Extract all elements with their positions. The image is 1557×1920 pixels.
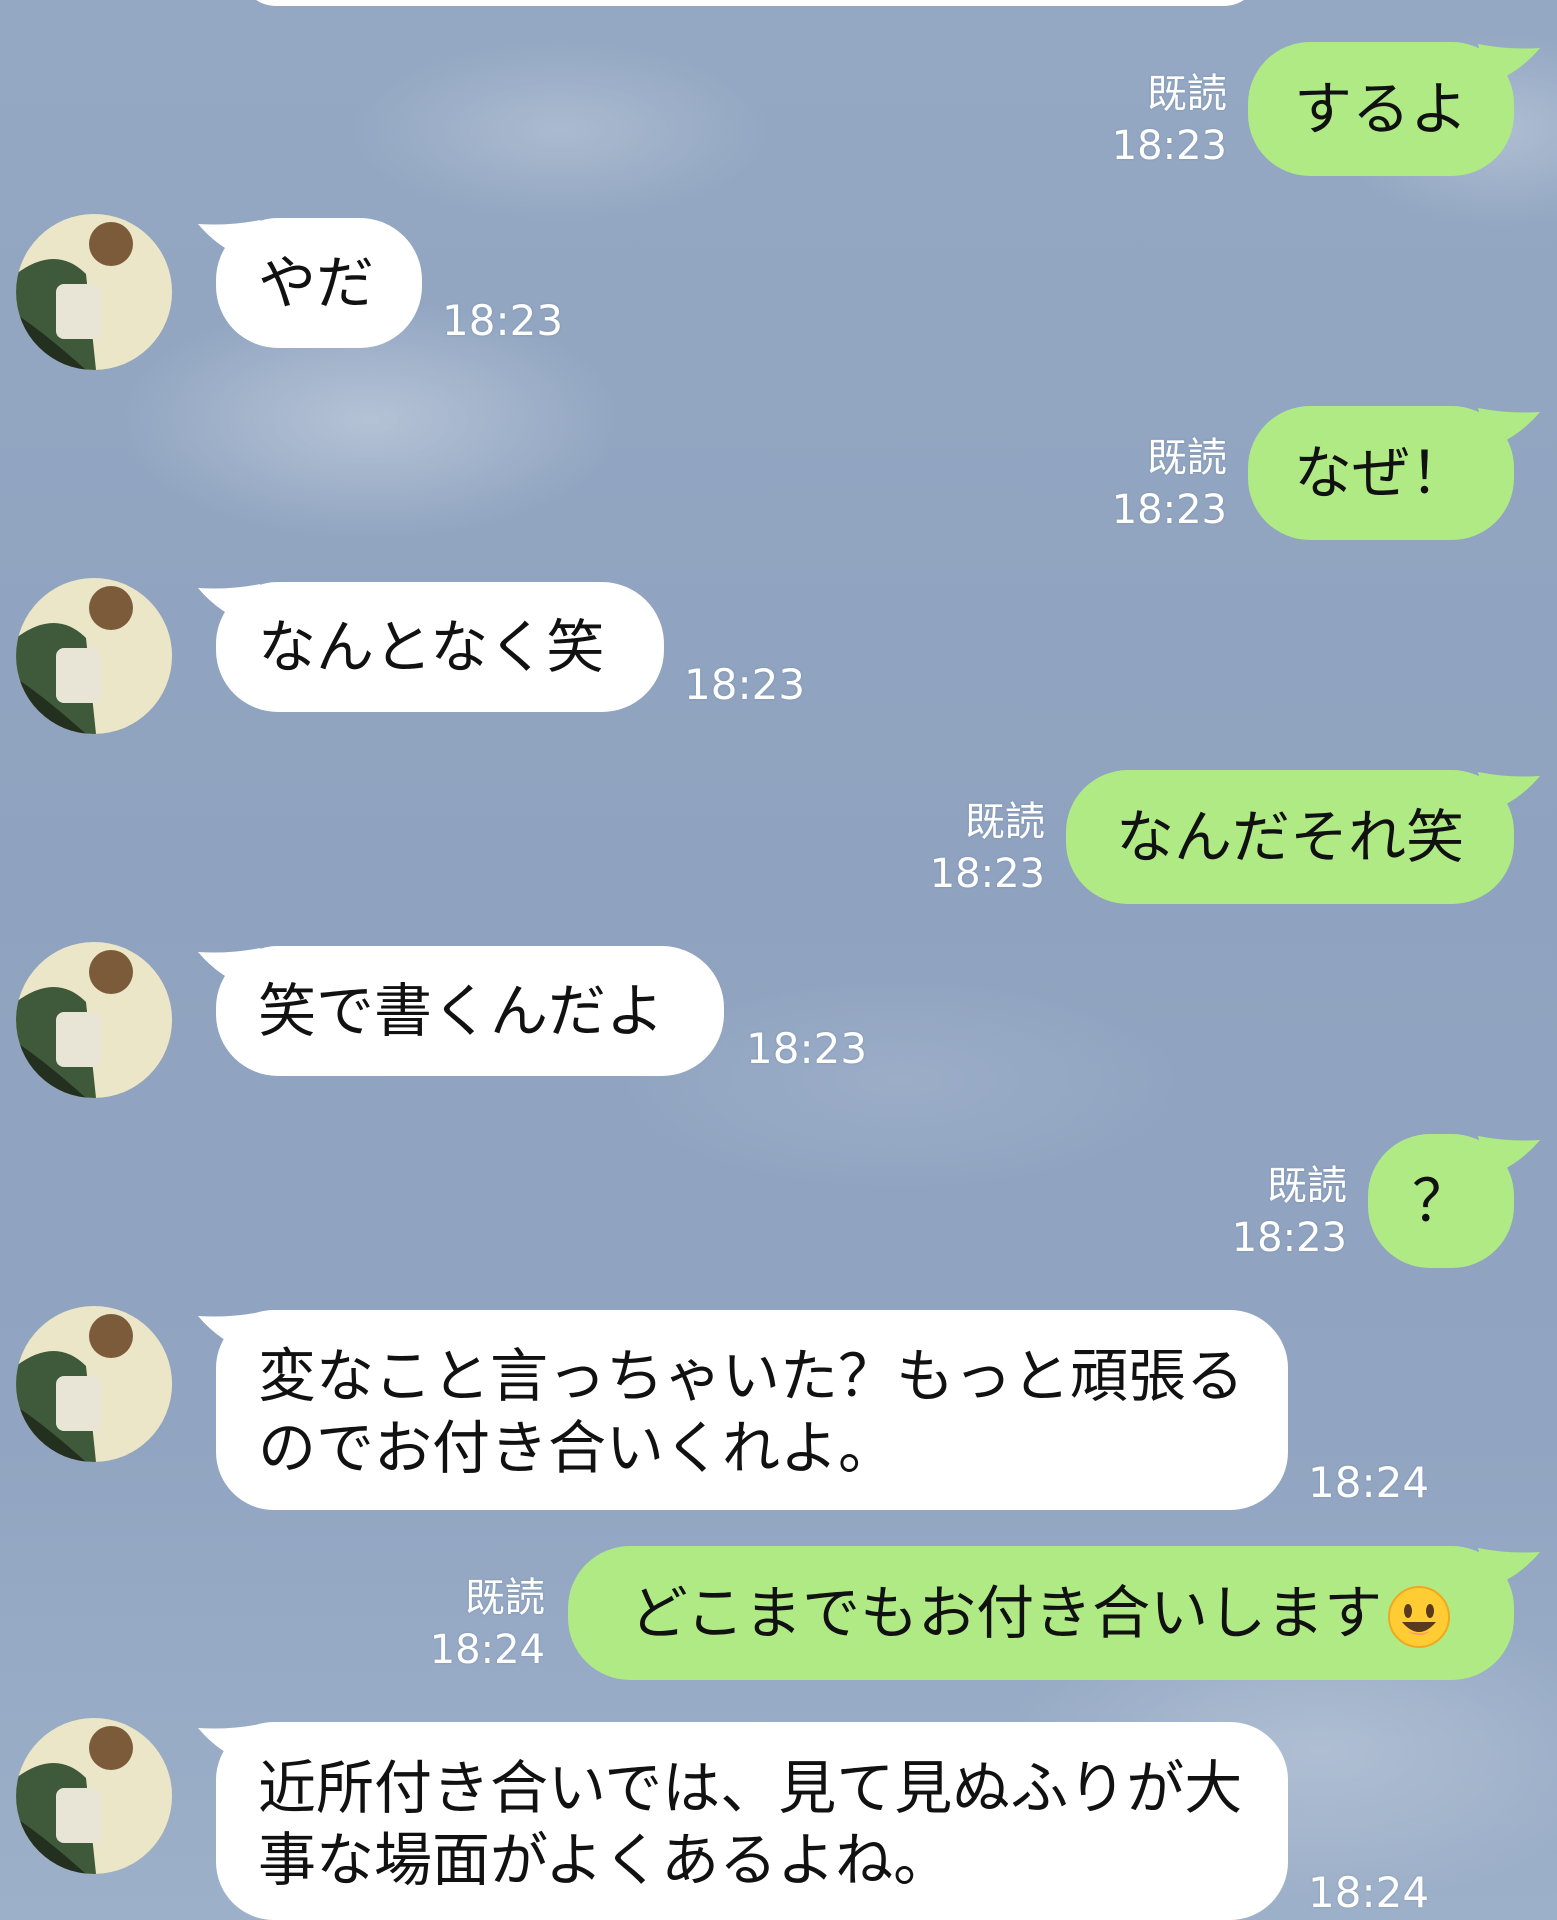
bubble-tail (1478, 44, 1540, 84)
message-time: 18:23 (1111, 487, 1227, 533)
avatar[interactable] (16, 1718, 172, 1874)
message-meta: 既読 18:23 (1085, 432, 1227, 536)
chat-background: 既読 18:23 するよ やだ 18:23 既読 18:23 なぜ！ なんとなく… (0, 0, 1557, 1920)
read-receipt: 既読 (465, 1575, 545, 1621)
avatar[interactable] (16, 1306, 172, 1462)
message-text: 変なこと言っちゃいた？もっと頑張るのでお付き合いくれよ。 (258, 1342, 1245, 1482)
read-receipt: 既読 (965, 799, 1045, 845)
bubble-tail (198, 948, 260, 988)
bubble-tail (1478, 1136, 1540, 1176)
bubble-tail (1478, 408, 1540, 448)
avatar-photo (16, 578, 172, 734)
bubble-tail (198, 1312, 260, 1352)
message-text: するよ (1293, 75, 1468, 143)
message-meta: 既読 18:23 (903, 796, 1045, 900)
avatar-photo (16, 1718, 172, 1874)
bubble-tail (198, 1724, 260, 1764)
message-text: なぜ！ (1293, 439, 1468, 507)
message-text: どこまでもお付き合いします (629, 1579, 1383, 1647)
message-text: ？ (1411, 1167, 1470, 1235)
read-receipt: 既読 (1267, 1163, 1347, 1209)
message-time: 18:23 (929, 851, 1045, 897)
outgoing-message-bubble[interactable]: なんだそれ笑 (1066, 770, 1514, 904)
avatar-photo (16, 1306, 172, 1462)
read-receipt: 既読 (1147, 435, 1227, 481)
message-meta: 既読 18:23 (1205, 1160, 1347, 1264)
message-time: 18:23 (1111, 123, 1227, 169)
avatar[interactable] (16, 942, 172, 1098)
message-meta: 既読 18:24 (403, 1572, 545, 1676)
incoming-message-bubble[interactable]: 笑で書くんだよ (216, 946, 724, 1076)
message-meta: 既読 18:23 (1085, 68, 1227, 172)
message-time: 18:24 (1308, 1458, 1430, 1507)
message-time: 18:24 (429, 1627, 545, 1673)
outgoing-message-bubble[interactable]: するよ (1248, 42, 1514, 176)
avatar[interactable] (16, 214, 172, 370)
message-text: 笑で書くんだよ (258, 977, 665, 1045)
incoming-message-bubble[interactable]: 近所付き合いでは、見て見ぬふりが大事な場面がよくあるよね。 (216, 1722, 1288, 1920)
message-time: 18:23 (684, 660, 806, 709)
avatar-photo (16, 942, 172, 1098)
grinning-face-emoji (1388, 1585, 1451, 1648)
message-text: なんとなく笑 (258, 613, 605, 681)
message-text: やだ (258, 249, 375, 317)
incoming-message-bubble[interactable]: 変なこと言っちゃいた？もっと頑張るのでお付き合いくれよ。 (216, 1310, 1288, 1510)
outgoing-message-bubble[interactable]: どこまでもお付き合いします (568, 1546, 1514, 1680)
message-time: 18:23 (1231, 1215, 1347, 1261)
bubble-tail (1478, 772, 1540, 812)
message-text: 近所付き合いでは、見て見ぬふりが大事な場面がよくあるよね。 (258, 1754, 1243, 1894)
bubble-tail (198, 584, 260, 624)
message-time: 18:23 (442, 296, 564, 345)
avatar-photo (16, 214, 172, 370)
message-text: なんだそれ笑 (1115, 803, 1464, 871)
previous-message-bubble[interactable] (240, 0, 1260, 6)
avatar[interactable] (16, 578, 172, 734)
message-time: 18:24 (1308, 1868, 1430, 1917)
incoming-message-bubble[interactable]: なんとなく笑 (216, 582, 664, 712)
read-receipt: 既読 (1147, 71, 1227, 117)
bubble-tail (198, 220, 260, 260)
bubble-tail (1478, 1548, 1540, 1588)
outgoing-message-bubble[interactable]: なぜ！ (1248, 406, 1514, 540)
message-time: 18:23 (746, 1024, 868, 1073)
